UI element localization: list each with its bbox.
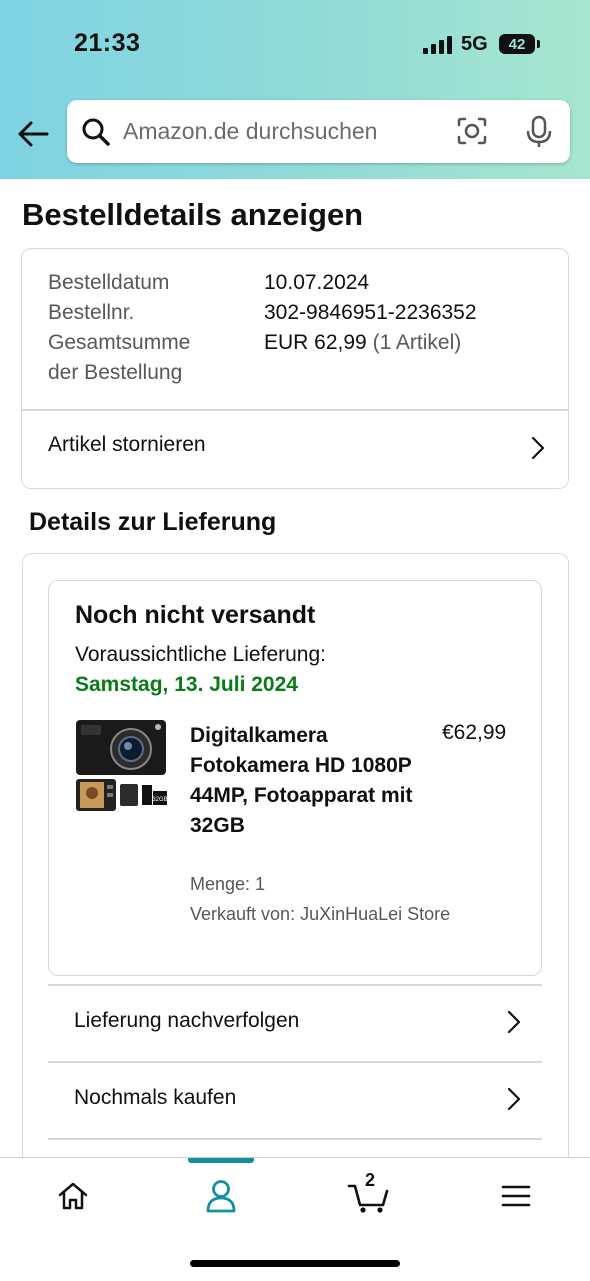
account-icon — [206, 1179, 236, 1212]
camera-search-icon[interactable] — [456, 116, 488, 146]
search-icon — [82, 118, 110, 146]
shipment-box: Noch nicht versandt Voraussichtliche Lie… — [48, 580, 542, 976]
home-icon — [58, 1182, 88, 1209]
order-total-items: (1 Artikel) — [372, 331, 462, 354]
order-total-label-1: Gesamtsumme — [48, 331, 191, 354]
nav-cart[interactable]: 2 — [319, 1158, 419, 1233]
track-delivery-label: Lieferung nachverfolgen — [74, 1009, 300, 1032]
track-delivery-link[interactable]: Lieferung nachverfolgen — [48, 984, 542, 1062]
cart-count-badge: 2 — [365, 1170, 376, 1190]
shipment-status: Noch nicht versandt — [75, 601, 316, 629]
product-title[interactable]: Digitalkamera Fotokamera HD 1080P 44MP, … — [190, 721, 420, 841]
menu-icon — [501, 1185, 531, 1206]
search-input[interactable] — [123, 100, 423, 163]
chevron-right-icon — [507, 1087, 521, 1111]
back-button[interactable] — [14, 117, 52, 151]
page-title: Bestelldetails anzeigen — [22, 197, 364, 232]
nav-account[interactable] — [171, 1158, 271, 1233]
microphone-icon[interactable] — [525, 115, 553, 149]
chevron-right-icon — [507, 1010, 521, 1034]
product-image[interactable]: 32GB — [75, 719, 168, 814]
cancel-items-link[interactable]: Artikel stornieren — [22, 410, 568, 486]
product-seller: Verkauft von: JuXinHuaLei Store — [190, 904, 451, 924]
battery-icon: 42 — [499, 34, 535, 54]
search-bar[interactable] — [67, 100, 570, 163]
order-total-value: EUR 62,99 (1 Artikel) — [264, 331, 461, 355]
divider — [48, 1138, 542, 1158]
nav-menu[interactable] — [466, 1158, 566, 1233]
delivery-section-title: Details zur Lieferung — [29, 508, 277, 536]
product-price: €62,99 — [442, 721, 507, 744]
battery-tip — [537, 40, 540, 48]
chevron-right-icon — [531, 436, 545, 460]
order-total-amount: EUR 62,99 — [264, 331, 367, 354]
order-total-label-2: der Bestellung — [48, 361, 183, 384]
eta-label: Voraussichtliche Lieferung: — [75, 643, 326, 666]
cancel-items-label: Artikel stornieren — [48, 433, 206, 456]
order-number-value: 302-9846951-2236352 — [264, 301, 477, 324]
product-image-caption: 32GB — [152, 797, 167, 803]
signal-icon — [423, 36, 452, 54]
eta-date: Samstag, 13. Juli 2024 — [75, 673, 298, 696]
order-summary-card: Bestelldatum 10.07.2024 Bestellnr. 302-9… — [21, 248, 569, 489]
order-date-label: Bestelldatum — [48, 271, 170, 294]
app-header: 21:33 5G 42 — [0, 0, 590, 179]
home-indicator — [190, 1260, 400, 1267]
buy-again-link[interactable]: Nochmals kaufen — [48, 1061, 542, 1139]
nav-home[interactable] — [23, 1158, 123, 1233]
order-number-label: Bestellnr. — [48, 301, 135, 324]
order-date-value: 10.07.2024 — [264, 271, 370, 294]
buy-again-label: Nochmals kaufen — [74, 1086, 237, 1109]
status-time: 21:33 — [74, 29, 141, 57]
delivery-card: Noch nicht versandt Voraussichtliche Lie… — [22, 553, 569, 1158]
network-type: 5G — [461, 33, 488, 55]
product-quantity: Menge: 1 — [190, 874, 266, 894]
back-arrow-icon — [18, 121, 49, 147]
